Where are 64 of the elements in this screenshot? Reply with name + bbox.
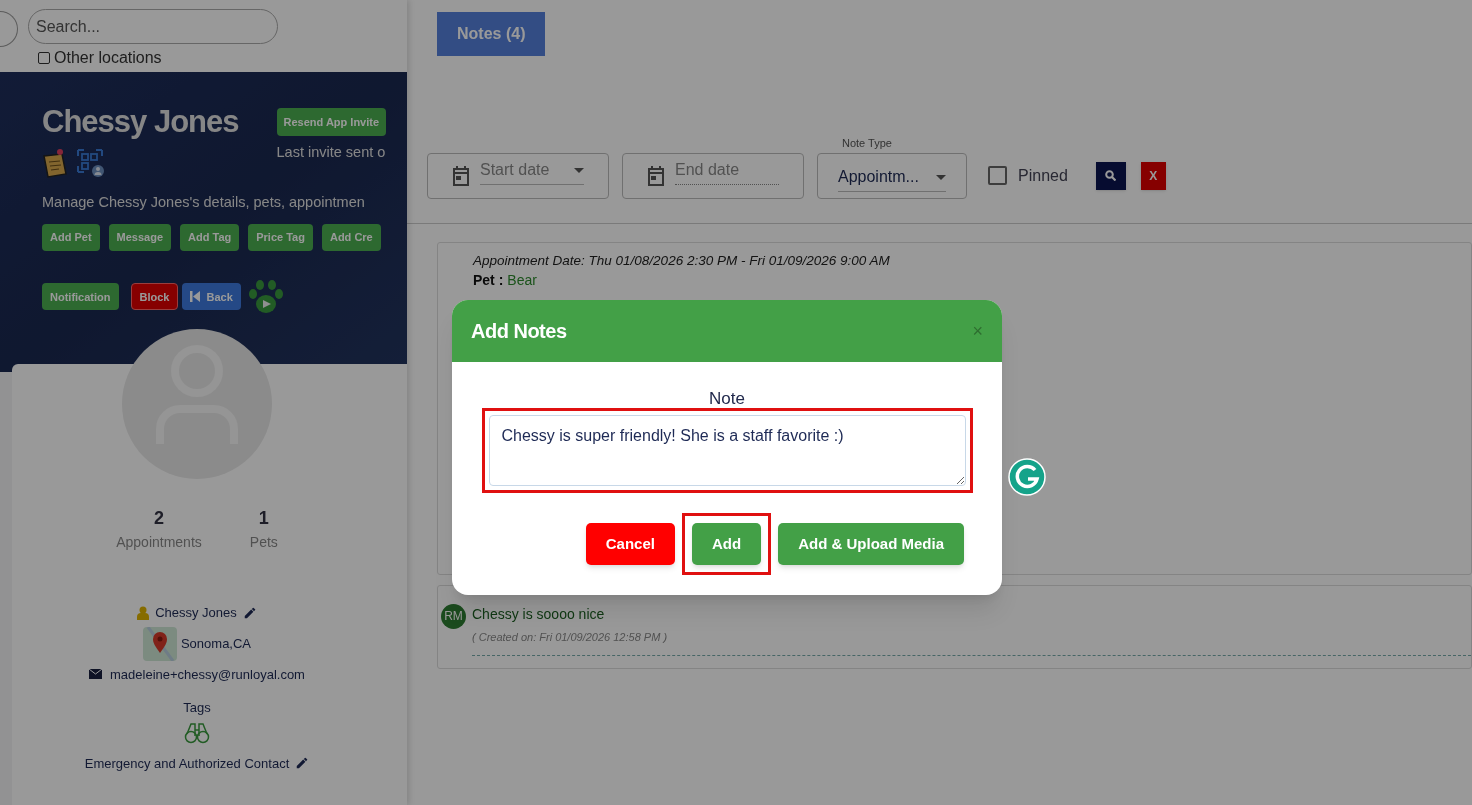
envelope-icon — [89, 669, 102, 680]
note-text: Chessy is soooo nice — [472, 604, 606, 624]
cancel-button[interactable]: Cancel — [585, 523, 675, 565]
action-button[interactable]: Add Pet — [42, 223, 100, 251]
author-avatar: RM — [441, 603, 466, 629]
checkbox-label: Other locations — [54, 48, 162, 68]
note-created-date: ( Created on: Fri 01/09/2026 12:58 PM ) — [472, 629, 669, 645]
caret-icon — [574, 167, 584, 173]
email-text: madeleine+chessy@runloyal.com — [110, 665, 305, 684]
note-type-select[interactable]: Appointm... — [817, 152, 967, 199]
search-icon — [1105, 170, 1117, 181]
stat-label: Appointments — [116, 533, 202, 552]
customer-name: Chessy Jones — [42, 103, 239, 141]
end-date-field[interactable]: End date — [622, 152, 804, 199]
pet-name: Bear — [507, 271, 537, 288]
start-date-placeholder: Start date — [480, 160, 550, 180]
add-button[interactable]: Add — [692, 523, 762, 565]
calendar-icon — [647, 165, 665, 186]
resend-invite-button[interactable]: Resend App Invite — [276, 108, 387, 136]
action-button[interactable]: Message — [108, 223, 172, 251]
contact-name: Chessy Jones — [155, 604, 237, 622]
sticky-note-icon[interactable] — [42, 148, 68, 178]
search-button[interactable] — [1095, 161, 1126, 190]
start-date-field[interactable]: Start date — [427, 152, 609, 199]
back-button[interactable]: Back — [182, 283, 241, 311]
pinned-checkbox[interactable] — [988, 166, 1007, 185]
paw-play-icon[interactable] — [246, 279, 285, 314]
stat-label: Pets — [249, 533, 278, 552]
stat-value: 2 — [154, 507, 164, 530]
last-invite-text: Last invite sent o — [276, 143, 387, 162]
note-field-label: Note — [709, 389, 745, 409]
checkbox[interactable] — [38, 52, 50, 64]
location-text: Sonoma,CA — [180, 634, 252, 653]
appointment-date: Appointment Date: Thu 01/08/2026 2:30 PM - Fri 01/09/2026 9:00 AM — [473, 251, 891, 270]
caret-icon — [936, 174, 946, 180]
add-button[interactable]: Add & Upload Media — [778, 523, 964, 565]
binoculars-icon[interactable] — [184, 721, 210, 744]
profile-description: Manage Chessy Jones's details, pets, appointmen — [42, 193, 366, 212]
emergency-contact-label: Emergency and Authorized Contact — [84, 754, 290, 773]
pet-label: Pet : — [473, 271, 504, 288]
note-type-label: Note Type — [842, 136, 892, 151]
search-field[interactable]: Search... — [28, 9, 278, 44]
tags-heading: Tags — [183, 699, 211, 717]
action-button[interactable]: Price Tag — [248, 223, 313, 251]
clear-button[interactable]: X — [1140, 161, 1166, 190]
skip-back-icon — [190, 291, 201, 303]
pinned-label: Pinned — [1018, 165, 1068, 186]
action-button[interactable]: Add Tag — [180, 223, 240, 251]
stat-value: 1 — [258, 507, 269, 530]
block-button[interactable]: Block — [130, 283, 179, 311]
close-button[interactable]: × — [972, 322, 983, 340]
pencil-icon[interactable] — [295, 756, 310, 771]
action-button[interactable]: Notification — [42, 283, 119, 311]
notes-tab[interactable]: Notes (4) — [437, 12, 546, 56]
note-input[interactable]: Chessy is super friendly! She is a staff favorite :) — [488, 415, 966, 486]
end-date-placeholder: End date — [675, 161, 740, 178]
qr-code-icon[interactable] — [76, 148, 106, 178]
dialog-title: Add Notes — [471, 319, 567, 344]
pencil-icon[interactable] — [242, 605, 257, 620]
action-button[interactable]: Add Cre — [321, 223, 381, 251]
calendar-icon — [452, 165, 470, 186]
map-pin-icon[interactable] — [142, 626, 177, 661]
person-icon — [137, 605, 150, 620]
note-type-value: Appointm... — [838, 167, 919, 187]
